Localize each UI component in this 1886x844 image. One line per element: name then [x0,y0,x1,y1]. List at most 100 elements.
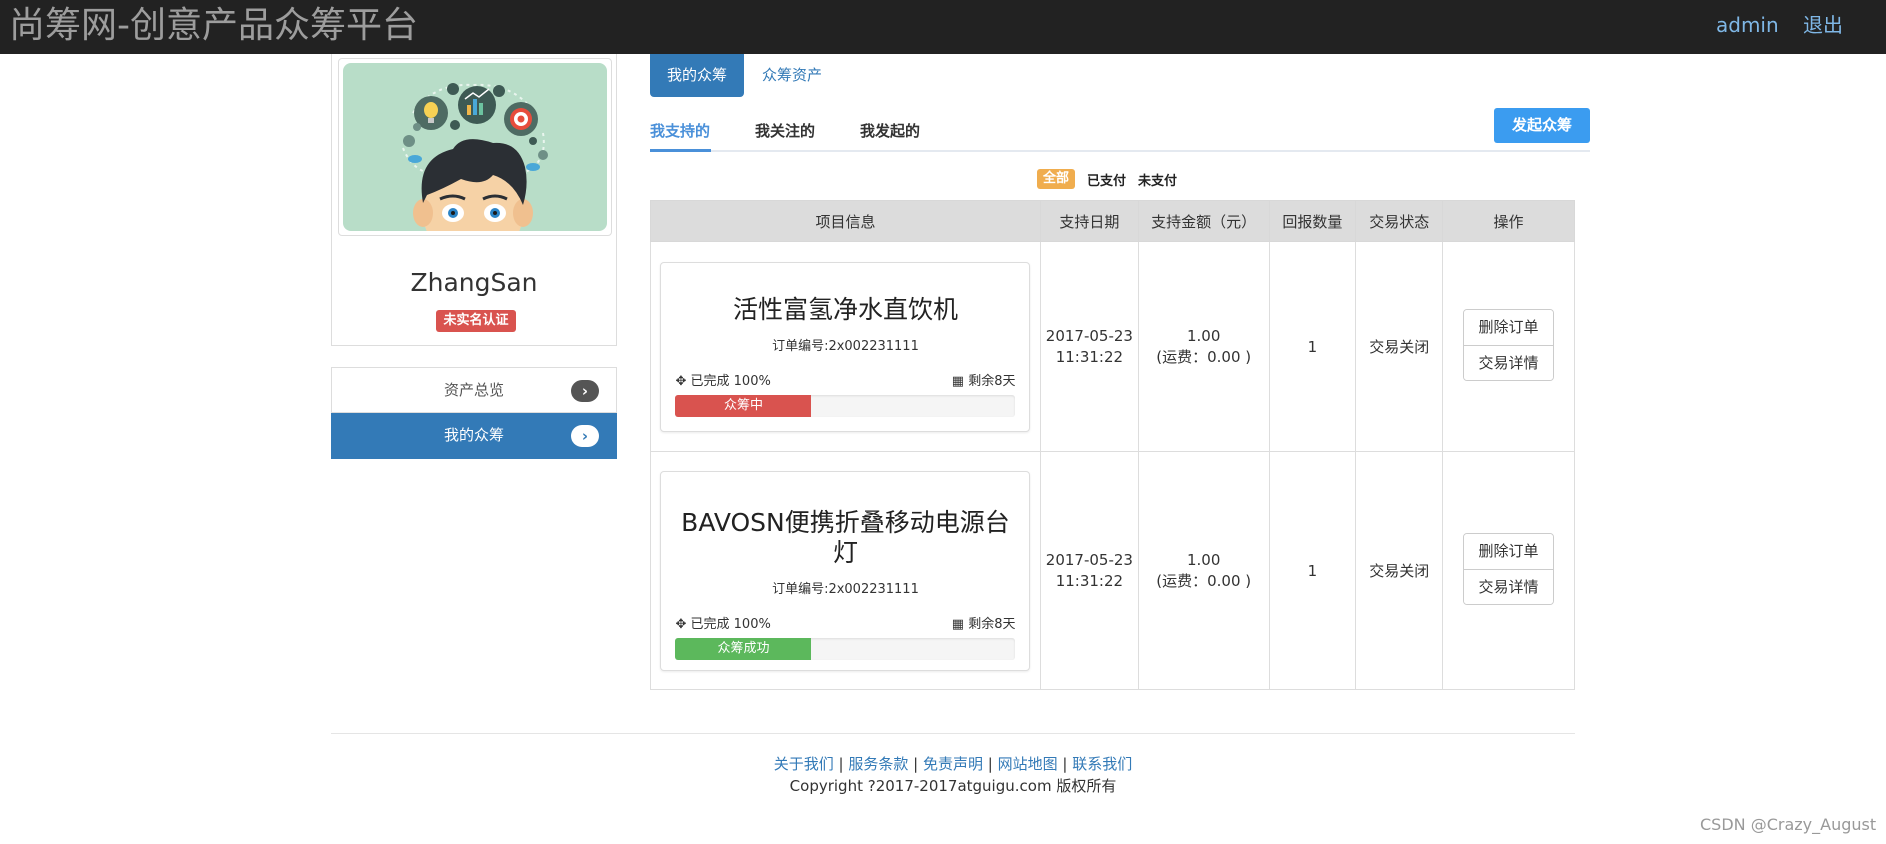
orders-table: 项目信息 支持日期 支持金额（元） 回报数量 交易状态 操作 活性富氢净水直饮机… [650,200,1575,690]
shipping-fee: (运费：0.00 ) [1156,347,1252,366]
footer-divider [331,733,1575,734]
footer-separator: | [908,755,923,773]
project-info-cell: BAVOSN便携折叠移动电源台灯 订单编号:2x002231111 ✥ 已完成 … [650,451,1041,690]
footer-link-disclaimer[interactable]: 免责声明 [923,755,983,773]
project-title[interactable]: 活性富氢净水直饮机 [675,263,1015,325]
top-navbar: 尚筹网-创意产品众筹平台 admin 退出 [0,0,1886,54]
avatar [343,63,607,231]
progress-bar: 众筹成功 [675,637,1016,660]
support-date: 2017-05-23 [1045,326,1133,345]
progress-fill: 众筹中 [675,394,812,417]
subtab-supported[interactable]: 我支持的 [650,120,710,141]
delete-order-button[interactable]: 删除订单 [1464,533,1554,569]
progress-bar: 众筹中 [675,394,1016,417]
footer-link-contact[interactable]: 联系我们 [1072,755,1132,773]
remaining-stat: ▦ 剩余8天 [952,370,1016,389]
cert-status-badge[interactable]: 未实名认证 [436,310,516,332]
logout-link[interactable]: 退出 [1803,12,1843,38]
support-amount: 1.00 [1186,326,1221,345]
support-amount: 1.00 [1186,550,1221,569]
support-amount-cell: 1.00 (运费：0.00 ) [1137,241,1270,452]
remaining-text: 剩余8天 [968,616,1016,632]
move-icon: ✥ [675,373,687,389]
footer-link-sitemap[interactable]: 网站地图 [998,755,1058,773]
remaining-stat: ▦ 剩余8天 [952,613,1016,632]
side-item-assets-overview[interactable]: 资产总览 › [331,367,617,413]
completion-text: 已完成 100% [690,373,771,389]
project-title[interactable]: BAVOSN便携折叠移动电源台灯 [675,472,1015,568]
support-amount-cell: 1.00 (运费：0.00 ) [1137,451,1270,690]
calendar-icon: ▦ [951,373,965,389]
launch-crowdfunding-button[interactable]: 发起众筹 [1494,108,1590,143]
avatar-illustration [402,83,548,231]
tab-crowdfunding-assets[interactable]: 众筹资产 [762,54,822,97]
order-number: 订单编号:2x002231111 [772,581,919,597]
project-meta: ✥ 已完成 100% ▦ 剩余8天 [675,370,1015,389]
side-menu: 资产总览 › 我的众筹 › [331,367,617,459]
move-icon: ✥ [675,616,687,632]
subtab-launched[interactable]: 我发起的 [860,120,920,141]
subtabs-divider [650,150,1590,152]
header-support-amount: 支持金额（元） [1137,200,1270,242]
operations-cell: 删除订单 交易详情 [1442,241,1575,452]
footer-copyright: Copyright ?2017-2017atguigu.com 版权所有 [789,777,1117,795]
project-info-cell: 活性富氢净水直饮机 订单编号:2x002231111 ✥ 已完成 100% ▦ … [650,241,1041,452]
operations-cell: 删除订单 交易详情 [1442,451,1575,690]
remaining-text: 剩余8天 [968,373,1016,389]
avatar-frame [338,58,612,236]
operation-button-group: 删除订单 交易详情 [1463,532,1555,605]
support-date-cell: 2017-05-23 11:31:22 [1039,241,1139,452]
order-number: 订单编号:2x002231111 [772,338,919,354]
header-operations: 操作 [1442,200,1575,242]
user-menu-link[interactable]: admin [1716,12,1779,38]
project-card[interactable]: BAVOSN便携折叠移动电源台灯 订单编号:2x002231111 ✥ 已完成 … [660,470,1031,671]
table-row: BAVOSN便携折叠移动电源台灯 订单编号:2x002231111 ✥ 已完成 … [650,451,1575,690]
footer-separator: | [1057,755,1073,773]
tab-my-crowdfunding[interactable]: 我的众筹 [650,54,744,97]
filter-paid[interactable]: 已支付 [1087,170,1126,189]
project-card[interactable]: 活性富氢净水直饮机 订单编号:2x002231111 ✥ 已完成 100% ▦ … [660,261,1031,432]
profile-username: ZhangSan [410,268,538,297]
support-date: 2017-05-23 [1045,550,1133,569]
footer-separator: | [983,755,998,773]
completion-stat: ✥ 已完成 100% [675,370,770,389]
chevron-right-icon: › [571,425,599,447]
header-reward-qty: 回报数量 [1268,200,1357,242]
table-row: 活性富氢净水直饮机 订单编号:2x002231111 ✥ 已完成 100% ▦ … [650,241,1575,452]
support-time: 11:31:22 [1055,347,1124,366]
subtab-followed[interactable]: 我关注的 [755,120,815,141]
support-time: 11:31:22 [1055,571,1124,590]
shipping-fee: (运费：0.00 ) [1156,571,1252,590]
completion-stat: ✥ 已完成 100% [675,613,770,632]
header-project-info: 项目信息 [650,200,1041,242]
reward-qty-cell: 1 [1268,241,1357,452]
support-date-cell: 2017-05-23 11:31:22 [1039,451,1139,690]
profile-card: ZhangSan 未实名认证 [331,54,617,346]
delete-order-button[interactable]: 删除订单 [1464,309,1554,345]
header-support-date: 支持日期 [1039,200,1139,242]
footer-separator: | [833,755,849,773]
payment-filter: 全部 已支付 未支付 [1037,168,1177,190]
footer-link-terms[interactable]: 服务条款 [848,755,908,773]
subtab-active-indicator [650,149,711,152]
filter-all[interactable]: 全部 [1037,169,1076,189]
progress-fill: 众筹成功 [675,637,812,660]
project-meta: ✥ 已完成 100% ▦ 剩余8天 [675,613,1015,632]
side-item-my-crowdfunding[interactable]: 我的众筹 › [331,413,617,459]
footer-link-about[interactable]: 关于我们 [774,755,834,773]
completion-text: 已完成 100% [690,616,771,632]
chevron-right-icon: › [571,380,599,402]
watermark: CSDN @Crazy_August [1700,815,1877,834]
trade-detail-button[interactable]: 交易详情 [1464,344,1554,380]
reward-qty-cell: 1 [1268,451,1357,690]
calendar-icon: ▦ [951,616,965,632]
side-item-label: 我的众筹 [443,426,504,444]
operation-button-group: 删除订单 交易详情 [1463,308,1555,381]
site-brand[interactable]: 尚筹网-创意产品众筹平台 [9,4,418,48]
table-header-row: 项目信息 支持日期 支持金额（元） 回报数量 交易状态 操作 [650,200,1575,242]
side-item-label: 资产总览 [443,381,504,399]
trade-detail-button[interactable]: 交易详情 [1464,568,1554,604]
filter-unpaid[interactable]: 未支付 [1138,170,1177,189]
header-trade-status: 交易状态 [1355,200,1444,242]
trade-status-cell: 交易关闭 [1355,241,1444,452]
